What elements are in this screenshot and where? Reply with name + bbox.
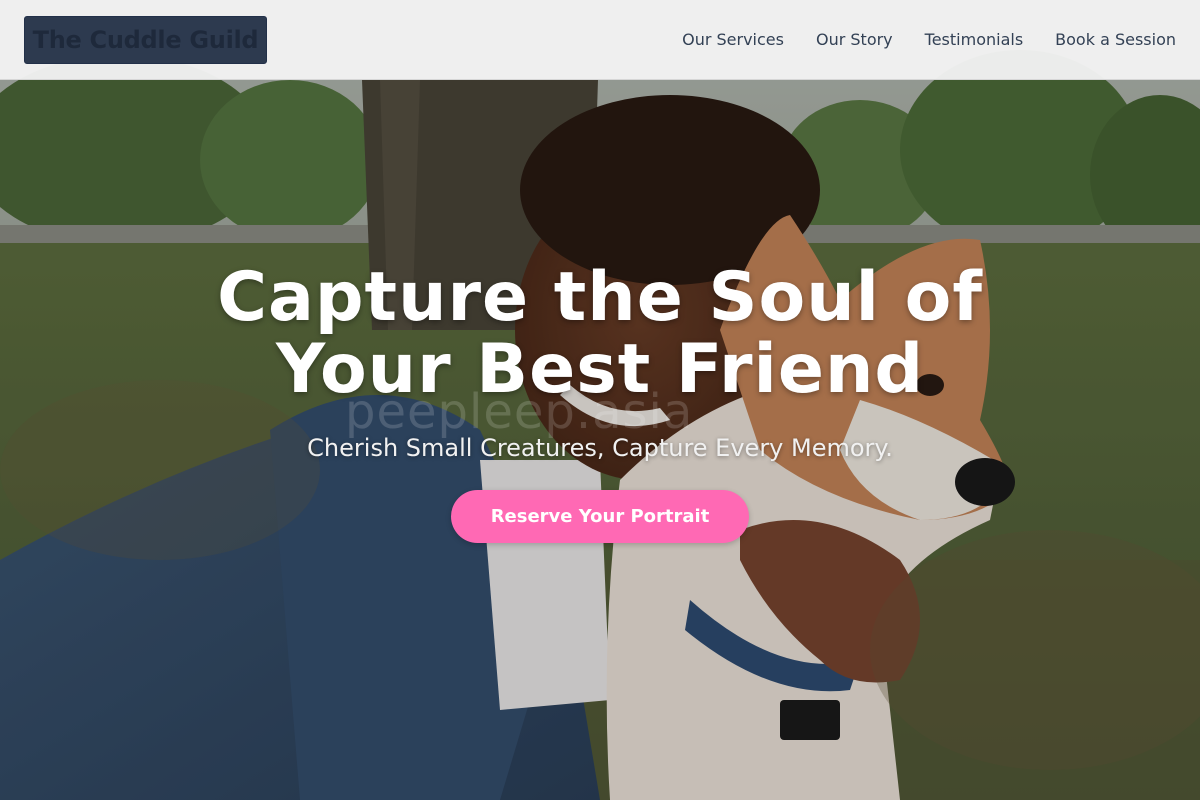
nav-link-our-story[interactable]: Our Story <box>816 30 893 49</box>
main-nav: Our Services Our Story Testimonials Book… <box>682 30 1176 49</box>
site-header: The Cuddle Guild Our Services Our Story … <box>0 0 1200 80</box>
hero-section: Capture the Soul of Your Best Friend Che… <box>0 262 1200 543</box>
logo[interactable]: The Cuddle Guild <box>24 15 267 64</box>
nav-link-testimonials[interactable]: Testimonials <box>925 30 1024 49</box>
nav-link-our-services[interactable]: Our Services <box>682 30 784 49</box>
hero-subtitle: Cherish Small Creatures, Capture Every M… <box>307 434 893 462</box>
hero-title: Capture the Soul of Your Best Friend <box>217 258 983 409</box>
nav-link-book-a-session[interactable]: Book a Session <box>1055 30 1176 49</box>
reserve-portrait-button[interactable]: Reserve Your Portrait <box>451 490 749 543</box>
